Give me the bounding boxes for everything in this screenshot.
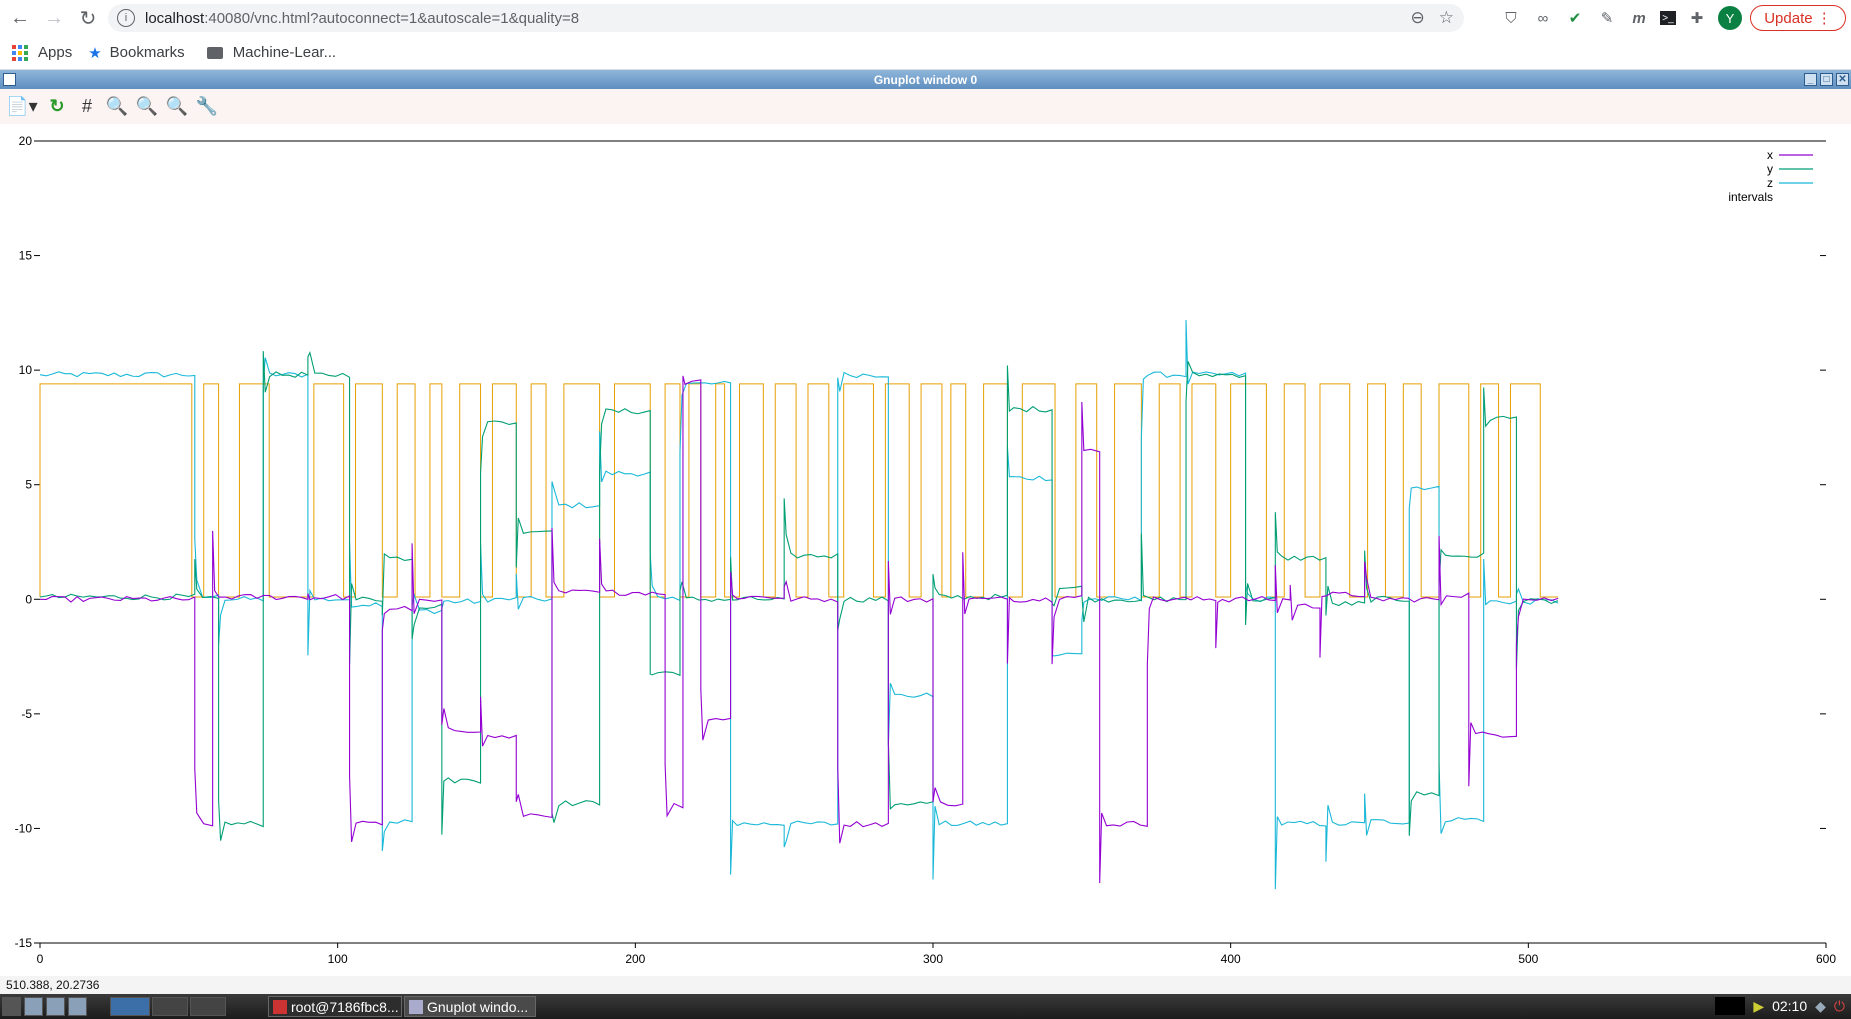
y-tick-label: 10 (19, 363, 33, 377)
z-series-line (39, 319, 1559, 890)
m-extension-icon[interactable]: m (1628, 7, 1650, 29)
desktop-3-icon[interactable] (190, 997, 226, 1016)
shield-extension-icon[interactable]: ⛉ (1500, 7, 1522, 29)
close-icon[interactable]: ✕ (1836, 73, 1849, 86)
bookmarks-bar: Apps ★ Bookmarks Machine-Lear... (0, 36, 1851, 70)
zoom-out-icon[interactable]: ⊖ (1411, 8, 1425, 28)
eyedropper-extension-icon[interactable]: ✎ (1596, 7, 1618, 29)
settings-wrench-icon[interactable]: 🔧 (194, 94, 220, 120)
legend-label: intervals (1728, 190, 1773, 204)
x-tick-label: 500 (1518, 952, 1538, 966)
gnuplot-toolbar: 📄▾ ↻ # 🔍 🔍 🔍 🔧 (0, 89, 1851, 125)
browser-toolbar: ← → ↻ i localhost:40080/vnc.html?autocon… (0, 0, 1851, 36)
x-tick-label: 100 (328, 952, 348, 966)
clock: 02:10 (1772, 998, 1808, 1014)
y-tick-label: -5 (21, 707, 32, 721)
windows-icon[interactable] (68, 997, 87, 1016)
network-icon[interactable]: ◆ (1815, 998, 1826, 1015)
autoscale-icon[interactable]: 🔍 (164, 94, 190, 120)
replot-icon[interactable]: ↻ (44, 94, 70, 120)
star-icon[interactable]: ☆ (1439, 8, 1454, 28)
x-tick-label: 600 (1816, 952, 1836, 966)
plot-area[interactable]: -15 -10 -5 0 5 10 15 20 0 100 200 300 400 500 600 x y z in… (0, 124, 1851, 976)
forward-icon[interactable]: → (40, 4, 68, 32)
grid-icon[interactable]: # (74, 94, 100, 120)
power-icon[interactable]: ⏻ (1834, 998, 1845, 1015)
minimize-icon[interactable]: _ (1804, 73, 1817, 86)
folder-icon (206, 46, 223, 59)
y-tick-label: 5 (25, 478, 32, 492)
gnuplot-task-icon (409, 999, 423, 1014)
puzzle-icon[interactable]: ✚ (1686, 7, 1708, 29)
task-terminal[interactable]: root@7186fbc8... (268, 996, 402, 1017)
chart-svg: -15-10-5051015200 100 200 300 400 500 600xyzin… (15, 134, 1837, 966)
launcher-icon[interactable] (46, 997, 65, 1016)
intervals-series-line (39, 383, 1559, 598)
desktop-2-icon[interactable] (152, 997, 188, 1016)
reload-icon[interactable]: ↻ (74, 4, 102, 32)
y-tick-label: 15 (19, 249, 33, 263)
mouse-coordinates: 510.388, 20.2736 (6, 978, 100, 992)
window-title: Gnuplot window 0 (873, 73, 978, 87)
gnuplot-statusbar: 510.388, 20.2736 (0, 976, 1851, 994)
x-tick-label: 300 (923, 952, 943, 966)
back-icon[interactable]: ← (6, 4, 34, 32)
machine-learning-folder[interactable]: Machine-Lear... (206, 44, 336, 61)
info-icon[interactable]: i (117, 9, 135, 27)
file-manager-icon[interactable] (24, 997, 43, 1016)
taskbar: root@7186fbc8... Gnuplot windo... ▶ 02:1… (0, 994, 1851, 1019)
x-series-line (39, 375, 1559, 884)
terminal-extension-icon[interactable]: >_ (1660, 11, 1676, 25)
y-tick-label: -15 (15, 936, 33, 950)
x-tick-label: 200 (625, 952, 645, 966)
zoom-next-icon[interactable]: 🔍 (134, 94, 160, 120)
volume-icon[interactable]: ▶ (1753, 998, 1764, 1015)
apps-grid-icon (12, 44, 28, 61)
url-text[interactable]: localhost:40080/vnc.html?autoconnect=1&a… (145, 10, 579, 27)
link-extension-icon[interactable]: ∞ (1532, 7, 1554, 29)
maximize-icon[interactable]: □ (1820, 73, 1833, 86)
bookmarks-bookmark[interactable]: ★ Bookmarks (88, 44, 184, 62)
tray-box (1715, 997, 1746, 1015)
y-tick-label: -10 (15, 821, 33, 835)
legend-label: y (1767, 162, 1773, 176)
start-menu-icon[interactable] (2, 997, 21, 1016)
apps-bookmark[interactable]: Apps (12, 44, 72, 61)
y-tick-label: 0 (25, 592, 32, 606)
task-gnuplot[interactable]: Gnuplot windo... (404, 996, 536, 1017)
export-menu-icon[interactable]: 📄▾ (4, 94, 40, 120)
legend-label: x (1767, 148, 1773, 162)
update-button[interactable]: Update ⋮ (1750, 5, 1846, 31)
check-extension-icon[interactable]: ✔ (1564, 7, 1586, 29)
terminal-icon (273, 999, 287, 1014)
blue-star-icon: ★ (88, 44, 102, 62)
profile-avatar[interactable]: Y (1718, 6, 1742, 30)
desktop-pager-icon[interactable] (110, 997, 150, 1016)
legend-label: z (1767, 176, 1773, 190)
y-tick-label: 20 (19, 134, 33, 148)
address-bar[interactable]: i localhost:40080/vnc.html?autoconnect=1… (108, 4, 1464, 32)
x-tick-label: 0 (37, 952, 44, 966)
zoom-previous-icon[interactable]: 🔍 (104, 94, 130, 120)
gnuplot-titlebar[interactable]: Gnuplot window 0 _ □ ✕ (0, 70, 1851, 89)
x-tick-label: 400 (1221, 952, 1241, 966)
